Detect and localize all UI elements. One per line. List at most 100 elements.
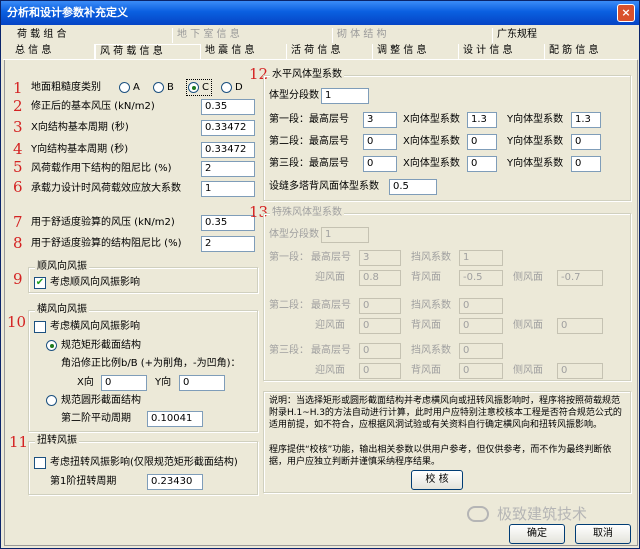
tab-guangdong[interactable]: 广东规程 [493, 28, 633, 43]
shape-row3-floor-input[interactable]: 0 [363, 156, 397, 172]
special-row3-front-input[interactable]: 0 [359, 363, 401, 379]
corner-y-input[interactable]: 0 [179, 375, 225, 391]
special-row3-wind-label: 挡风系数 [411, 345, 451, 356]
shape-row3-seg: 第三段： [269, 158, 309, 169]
tab-live-load[interactable]: 活 荷 信 息 [287, 44, 373, 59]
special-row1-front-input[interactable]: 0.8 [359, 270, 401, 286]
special-row1-back-label: 背风面 [411, 272, 441, 283]
special-row2-wind-input[interactable]: 0 [459, 298, 503, 314]
torsion-checkbox-label: 考虑扭转风振影响(仅限规范矩形截面结构) [50, 457, 238, 468]
special-row1-floor-input[interactable]: 3 [359, 250, 401, 266]
special-row2-floor-input[interactable]: 0 [359, 298, 401, 314]
tab-reinforcement[interactable]: 配 筋 信 息 [545, 44, 633, 59]
special-row2-back-label: 背风面 [411, 320, 441, 331]
along-wind-checkbox[interactable]: ✔ [34, 277, 46, 289]
torsion-period-input[interactable]: 0.23430 [147, 474, 203, 490]
ok-button[interactable]: 确定 [509, 524, 565, 544]
shape-row1-y-input[interactable]: 1.3 [571, 112, 601, 128]
tab-design[interactable]: 设 计 信 息 [459, 44, 545, 59]
along-wind-checkbox-label: 考虑顺风向风振影响 [50, 277, 140, 288]
terrain-option-a: A [133, 82, 140, 93]
torsion-title: 扭转风振 [35, 434, 79, 448]
terrain-radio-d[interactable] [221, 82, 232, 93]
damping-label: 风荷载作用下结构的阻尼比 (%) [31, 163, 172, 174]
comfort-pressure-label: 用于舒适度验算的风压 (kN/m2) [31, 217, 175, 228]
title-bar[interactable]: 分析和设计参数补充定义 × [1, 1, 639, 25]
y-period-input[interactable]: 0.33472 [201, 142, 255, 158]
special-row3-back-input[interactable]: 0 [459, 363, 503, 379]
terrain-radio-c[interactable] [188, 82, 199, 93]
torsion-checkbox[interactable] [34, 457, 46, 469]
marker-9: 9 [13, 270, 23, 288]
special-row3-side-input[interactable]: 0 [557, 363, 603, 379]
terrain-radio-a[interactable] [119, 82, 130, 93]
special-row3-wind-input[interactable]: 0 [459, 343, 503, 359]
second-period-input[interactable]: 0.10041 [147, 411, 203, 427]
corner-x-input[interactable]: 0 [101, 375, 147, 391]
special-row2-back-input[interactable]: 0 [459, 318, 503, 334]
shape-row1-x-input[interactable]: 1.3 [467, 112, 497, 128]
special-row2-side-input[interactable]: 0 [557, 318, 603, 334]
tab-general[interactable]: 总 信 息 [11, 44, 95, 59]
shape-row2-seg: 第二段： [269, 136, 309, 147]
shape-row3-y-label: Y向体型系数 [507, 158, 564, 169]
cancel-button[interactable]: 取消 [575, 524, 631, 544]
marker-8: 8 [13, 234, 23, 252]
terrain-option-b: B [167, 82, 174, 93]
special-row1-back-input[interactable]: -0.5 [459, 270, 503, 286]
amplify-input[interactable]: 1 [201, 181, 255, 197]
shape-row1-floor-input[interactable]: 3 [363, 112, 397, 128]
comfort-pressure-input[interactable]: 0.35 [201, 215, 255, 231]
cross-rect-label: 规范矩形截面结构 [61, 340, 141, 351]
tab-seismic[interactable]: 地 震 信 息 [201, 44, 287, 59]
tab-load-combination[interactable]: 荷 载 组 合 [13, 28, 173, 43]
special-row3-floor-input[interactable]: 0 [359, 343, 401, 359]
special-row1-side-label: 侧风面 [513, 272, 543, 283]
special-row1-seg: 第一段： [269, 252, 309, 263]
special-row1-wind-input[interactable]: 1 [459, 250, 503, 266]
special-row3-floor-label: 最高层号 [311, 345, 351, 356]
cross-wind-checkbox[interactable] [34, 321, 46, 333]
special-row2-wind-label: 挡风系数 [411, 300, 451, 311]
damping-input[interactable]: 2 [201, 161, 255, 177]
corner-y-label: Y向 [155, 377, 172, 388]
tab-adjustment[interactable]: 调 整 信 息 [373, 44, 459, 59]
x-period-label: X向结构基本周期 (秒) [31, 122, 129, 133]
tab-masonry[interactable]: 砌 体 结 构 [333, 28, 493, 43]
shape-row3-x-input[interactable]: 0 [467, 156, 497, 172]
special-row2-front-input[interactable]: 0 [359, 318, 401, 334]
x-period-input[interactable]: 0.33472 [201, 120, 255, 136]
special-seg-input[interactable]: 1 [321, 227, 369, 243]
special-row1-front-label: 迎风面 [315, 272, 345, 283]
shape-row1-seg: 第一段： [269, 114, 309, 125]
comfort-damping-input[interactable]: 2 [201, 236, 255, 252]
shape-row2-y-input[interactable]: 0 [571, 134, 601, 150]
shape-title: 水平风体型系数 [270, 68, 344, 82]
shape-row2-floor-input[interactable]: 0 [363, 134, 397, 150]
cross-rect-radio[interactable] [46, 340, 57, 351]
y-period-label: Y向结构基本周期 (秒) [31, 144, 129, 155]
cross-round-radio[interactable] [46, 395, 57, 406]
base-pressure-label: 修正后的基本风压 (kN/m2) [31, 101, 155, 112]
special-row3-back-label: 背风面 [411, 365, 441, 376]
special-row1-side-input[interactable]: -0.7 [557, 270, 603, 286]
special-row3-seg: 第三段： [269, 345, 309, 356]
tab-wind-load[interactable]: 风 荷 载 信 息 [95, 44, 201, 59]
parapet-input[interactable]: 0.5 [389, 179, 437, 195]
shape-row1-floor-label: 最高层号 [309, 114, 349, 125]
shape-seg-input[interactable]: 1 [321, 88, 369, 104]
close-icon[interactable]: × [617, 4, 635, 22]
tab-basement[interactable]: 地 下 室 信 息 [173, 28, 333, 43]
base-pressure-input[interactable]: 0.35 [201, 99, 255, 115]
shape-row3-y-input[interactable]: 0 [571, 156, 601, 172]
special-row1-floor-label: 最高层号 [311, 252, 351, 263]
shape-row2-y-label: Y向体型系数 [507, 136, 564, 147]
terrain-radio-b[interactable] [153, 82, 164, 93]
marker-4: 4 [13, 140, 23, 158]
shape-row2-x-label: X向体型系数 [403, 136, 460, 147]
special-row3-side-label: 侧风面 [513, 365, 543, 376]
marker-5: 5 [13, 158, 23, 176]
shape-row2-x-input[interactable]: 0 [467, 134, 497, 150]
corner-ratio-label: 角沿修正比例b/B (+为削角，-为凹角)： [61, 358, 241, 369]
check-button[interactable]: 校 核 [411, 470, 463, 490]
